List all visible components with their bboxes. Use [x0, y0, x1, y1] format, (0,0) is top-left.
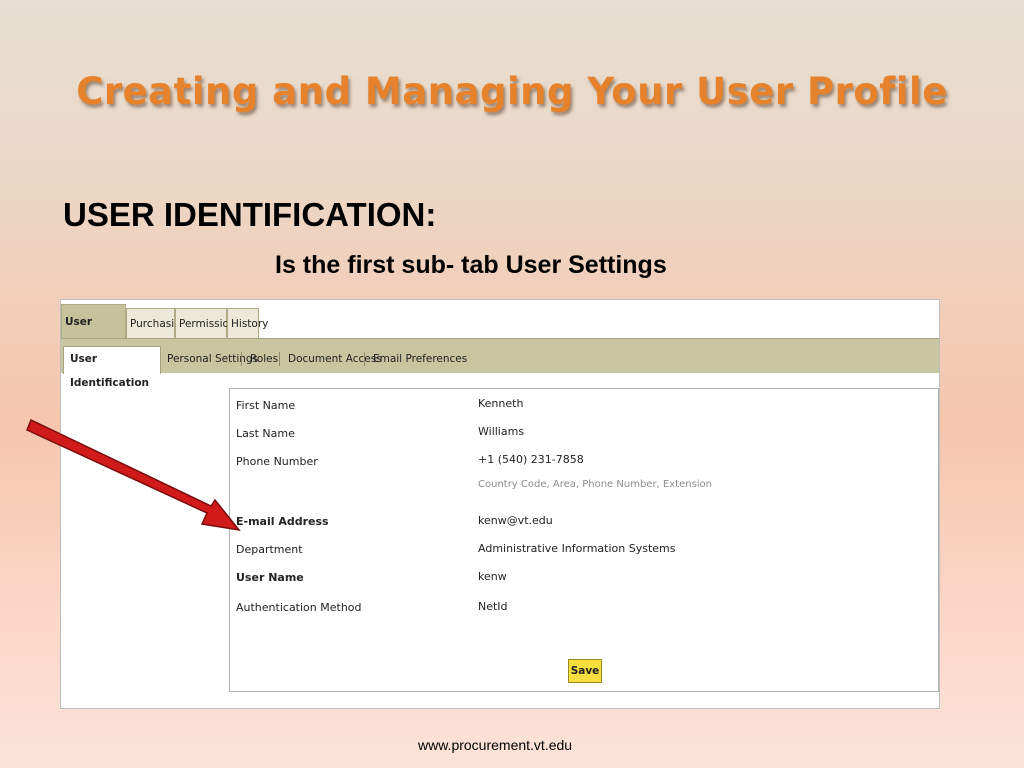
footer-url[interactable]: www.procurement.vt.edu — [418, 737, 572, 753]
red-arrow-shape — [26, 418, 241, 532]
red-arrow-icon — [26, 418, 241, 532]
